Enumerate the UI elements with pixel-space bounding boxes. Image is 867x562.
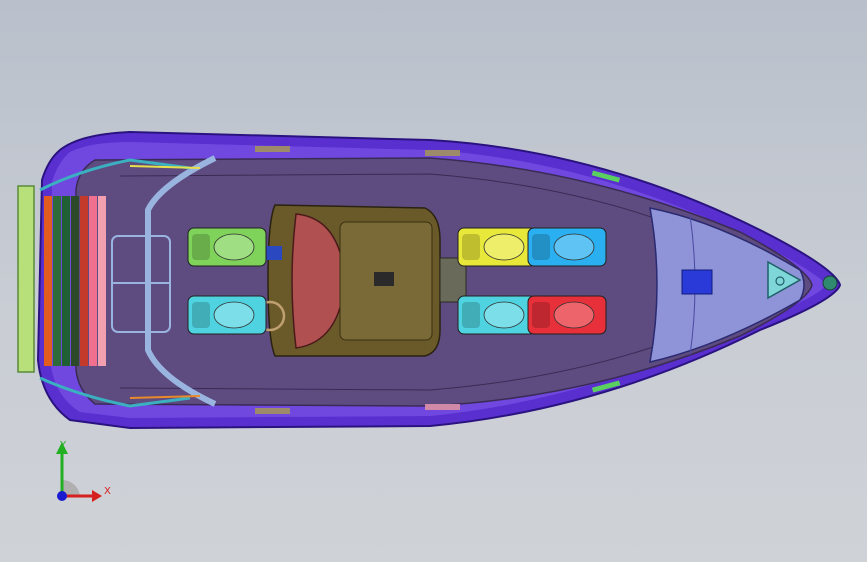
bow-tip: [822, 275, 838, 291]
triad-graphic: [56, 442, 102, 502]
seat-detail: [192, 302, 210, 328]
seat-detail: [483, 233, 525, 261]
stern-frame[interactable]: [17, 185, 35, 373]
coordinate-triad: Y X: [40, 432, 130, 512]
triad-y-label: Y: [60, 440, 67, 451]
stern-stripe: [98, 196, 106, 366]
cleat-stbd-1[interactable]: [255, 408, 290, 414]
cleat-port-1[interactable]: [255, 146, 290, 152]
seat-detail: [213, 233, 255, 261]
stern-stripe: [53, 196, 61, 366]
seat-starboard-fwd-2[interactable]: [527, 295, 607, 335]
stern-stripe: [80, 196, 88, 366]
seat-detail: [532, 302, 550, 328]
seat-detail: [483, 301, 525, 329]
stern-stripe: [89, 196, 97, 366]
stern-stripes: [44, 196, 106, 366]
throttle-control[interactable]: [266, 246, 282, 260]
stern-stripe: [44, 196, 52, 366]
triad-origin: [57, 491, 67, 501]
boat-model-view[interactable]: [0, 0, 867, 562]
seat-port-fwd-2[interactable]: [527, 227, 607, 267]
seat-starboard-fwd-1[interactable]: [457, 295, 537, 335]
stern-stripe: [62, 196, 70, 366]
seat-detail: [462, 302, 480, 328]
seat-starboard-aft[interactable]: [187, 295, 267, 335]
seat-port-aft[interactable]: [187, 227, 267, 267]
seat-port-fwd-1[interactable]: [457, 227, 537, 267]
stern-stripe: [71, 196, 79, 366]
seat-detail: [532, 234, 550, 260]
seat-detail: [192, 234, 210, 260]
triad-x-arrow: [92, 490, 102, 502]
triad-x-label: X: [104, 486, 111, 497]
seat-detail: [553, 301, 595, 329]
console-instrument[interactable]: [374, 272, 394, 286]
seat-detail: [462, 234, 480, 260]
cleat-port-2[interactable]: [425, 150, 460, 156]
seat-detail: [213, 301, 255, 329]
seat-detail: [553, 233, 595, 261]
forward-hatch-block[interactable]: [681, 269, 713, 295]
cleat-stbd-2[interactable]: [425, 404, 460, 410]
cad-viewport[interactable]: Y X: [0, 0, 867, 562]
